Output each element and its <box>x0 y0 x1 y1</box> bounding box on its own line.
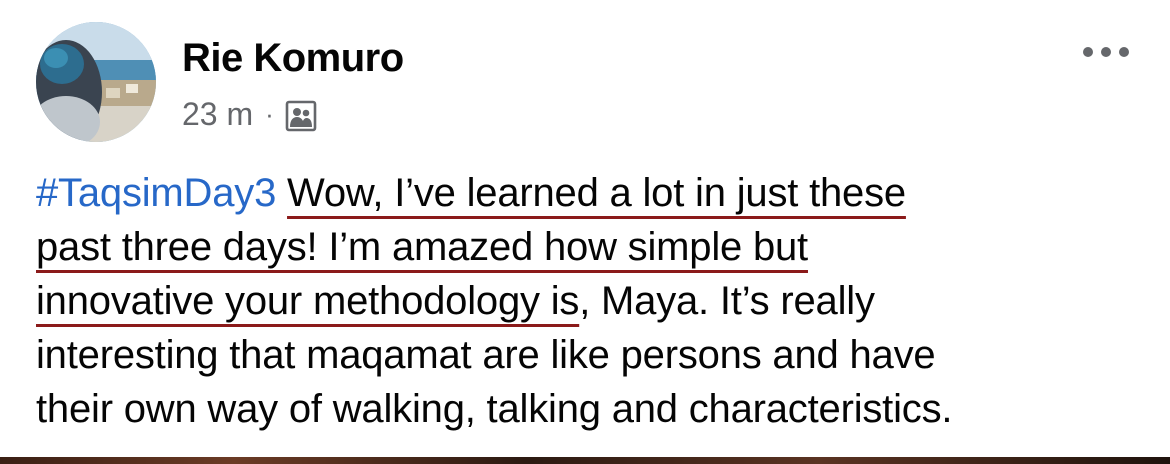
post-card: Rie Komuro 23 m · #TaqsimDay3 Wow, I’ve … <box>0 0 1170 464</box>
underlined-text: innovative your methodology is <box>36 279 580 323</box>
underlined-text: past three days! I’m amazed how simple b… <box>36 225 808 269</box>
more-options-icon[interactable] <box>1076 34 1136 70</box>
post-body-text: #TaqsimDay3 Wow, I’ve learned a lot in j… <box>36 166 1146 436</box>
post-text-line: #TaqsimDay3 Wow, I’ve learned a lot in j… <box>36 166 1146 220</box>
post-text-segment: interesting that maqamat are like person… <box>36 333 936 377</box>
attached-photo-edge[interactable] <box>0 457 1170 464</box>
group-photo-icon[interactable] <box>284 99 318 133</box>
avatar-photo <box>36 22 156 142</box>
underlined-text: Wow, I’ve learned a lot in just these <box>287 171 906 215</box>
post-time[interactable]: 23 m <box>182 96 253 133</box>
post-text-segment <box>276 171 287 215</box>
post-text-line: interesting that maqamat are like person… <box>36 328 1146 382</box>
post-text-line: past three days! I’m amazed how simple b… <box>36 220 1146 274</box>
post-text-segment: their own way of walking, talking and ch… <box>36 387 953 431</box>
post-meta: 23 m · <box>182 92 318 136</box>
post-text-line: their own way of walking, talking and ch… <box>36 382 1146 436</box>
meta-separator: · <box>265 99 274 129</box>
author-name[interactable]: Rie Komuro <box>182 36 404 81</box>
author-avatar[interactable] <box>36 22 156 142</box>
post-text-line: innovative your methodology is, Maya. It… <box>36 274 1146 328</box>
hashtag-link[interactable]: #TaqsimDay3 <box>36 171 276 215</box>
post-text-segment: , Maya. It’s really <box>579 279 875 323</box>
